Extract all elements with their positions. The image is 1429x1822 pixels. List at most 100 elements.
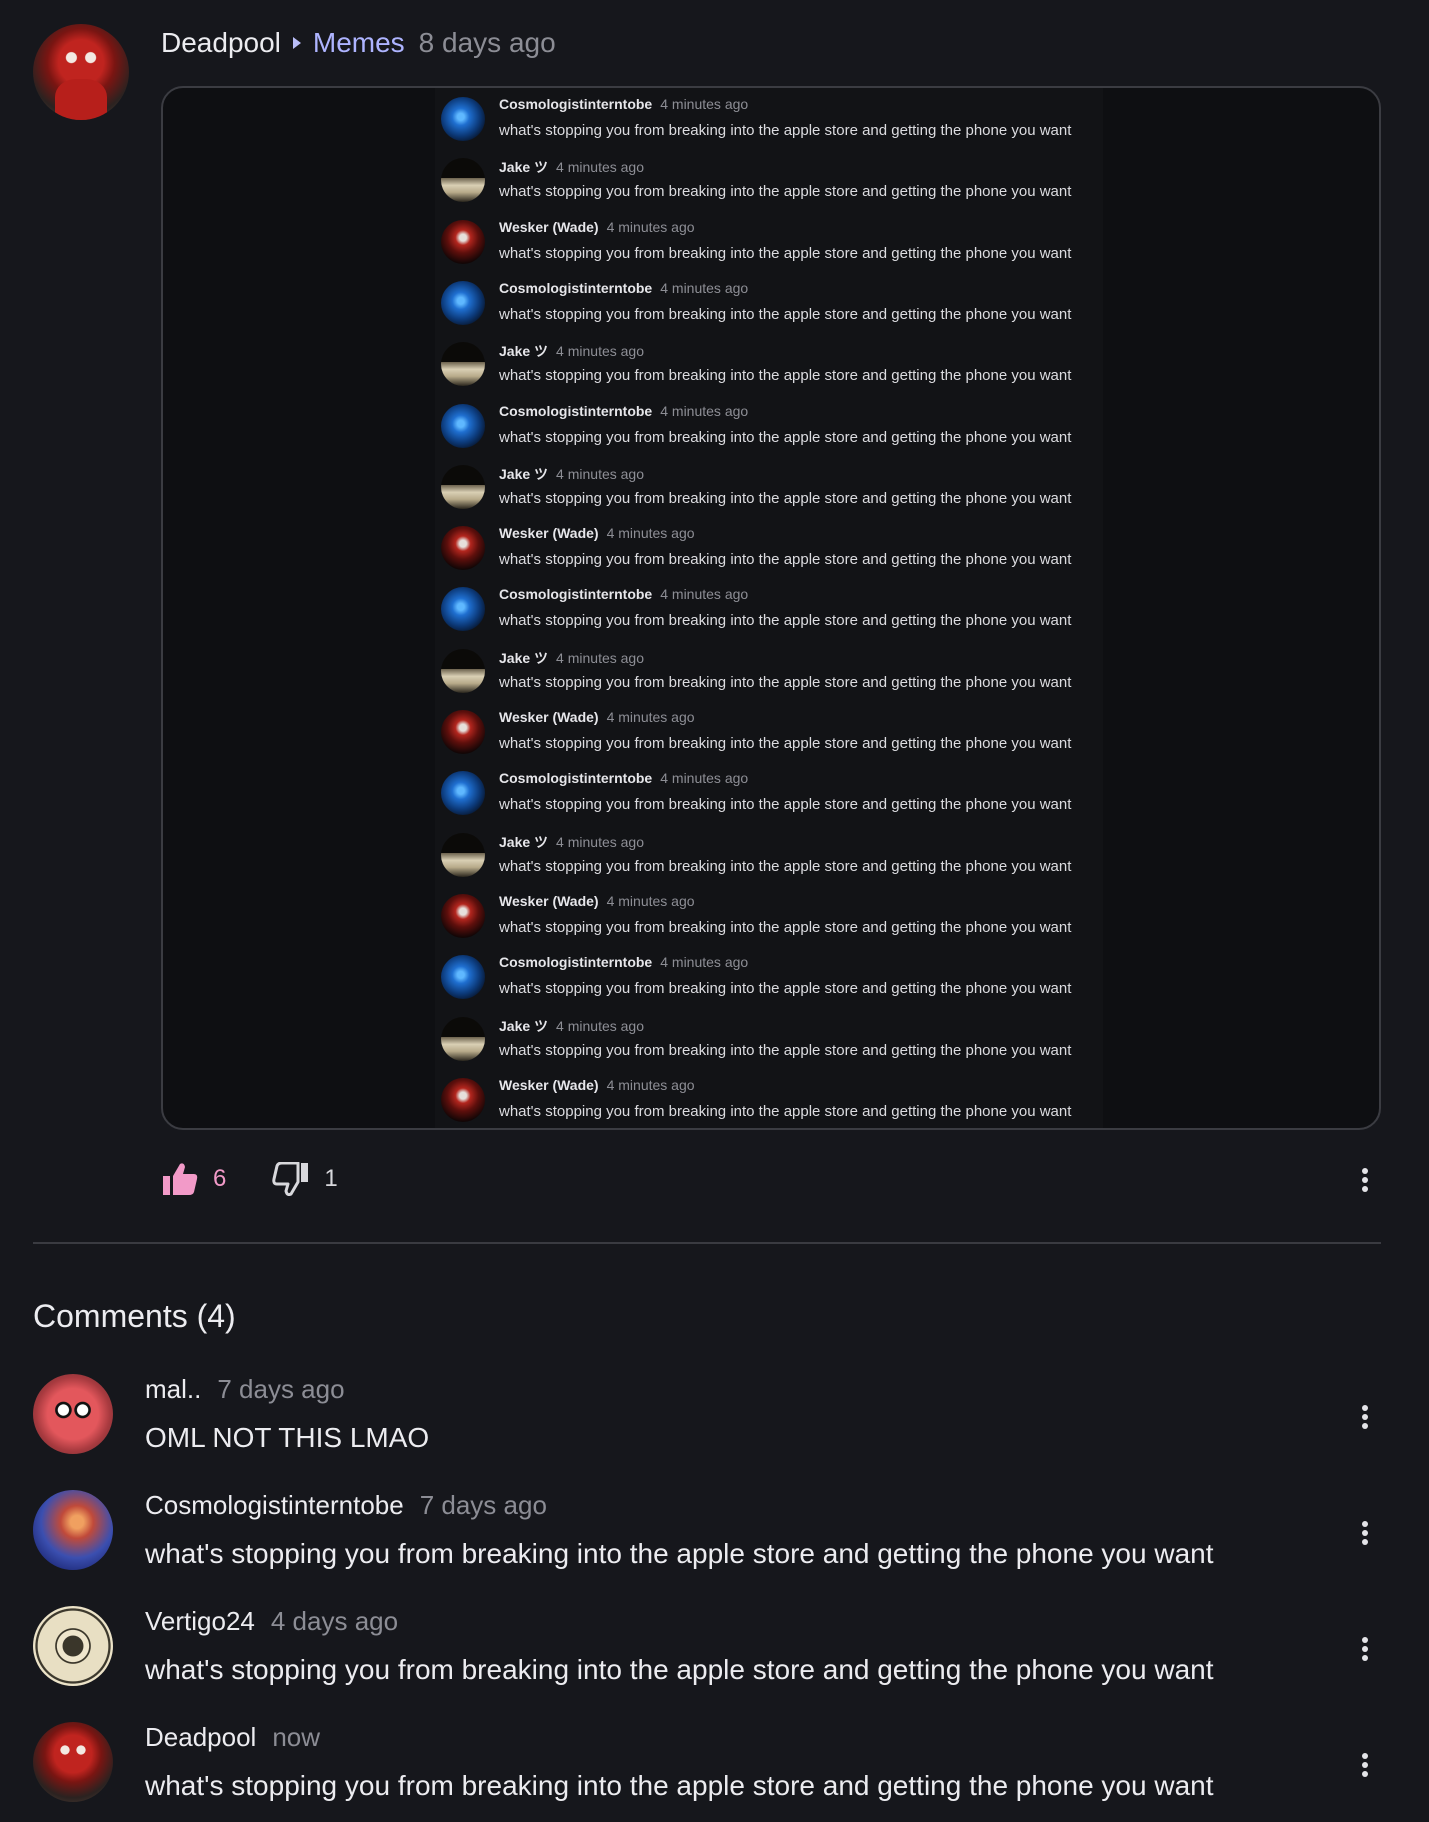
chat-avatar (441, 464, 485, 509)
comment-item: Cosmologistinterntobe 7 days ago what's st… (33, 1490, 1393, 1590)
more-vertical-icon (1362, 1521, 1368, 1527)
chat-avatar (441, 97, 485, 141)
chat-message-text: what's stopping you from breaking into t… (499, 673, 1072, 691)
upvote-button[interactable]: 6 (161, 1162, 226, 1196)
post-author-avatar[interactable] (33, 24, 129, 120)
comment-avatar[interactable] (33, 1722, 113, 1802)
comment-text: what's stopping you from breaking into t… (145, 1654, 1214, 1685)
comment-avatar[interactable] (33, 1606, 113, 1686)
chat-timestamp: 4 minutes ago (606, 218, 695, 235)
chat-message: Wesker (Wade) 4 minutes ago what's stoppin… (435, 703, 1103, 764)
chat-message: Wesker (Wade) 4 minutes ago what's stoppin… (435, 519, 1103, 580)
chat-username: Jake ツ4 minutes ago (499, 465, 644, 482)
chat-message: Cosmologistinterntobe 4 minutes ago what's… (435, 580, 1103, 641)
chat-username: Wesker (Wade) 4 minutes ago (499, 892, 695, 909)
chat-message: Jake ツ4 minutes ago what's stopping you f… (435, 151, 1103, 212)
chat-avatar (441, 403, 485, 448)
community-link[interactable]: Memes (313, 27, 405, 59)
comment-author[interactable]: mal.. (145, 1374, 201, 1405)
chat-username: Cosmologistinterntobe 4 minutes ago (499, 586, 749, 603)
comment-timestamp: 7 days ago (217, 1374, 345, 1404)
chat-avatar (441, 219, 485, 264)
thumbs-down-icon (272, 1162, 309, 1196)
thumbs-up-icon (163, 1163, 198, 1195)
chat-timestamp: 4 minutes ago (660, 770, 749, 787)
chat-message: Wesker (Wade) 4 minutes ago what's stoppin… (435, 213, 1103, 274)
chat-message-text: what's stopping you from breaking into t… (499, 612, 1072, 630)
downvote-button[interactable]: 1 (272, 1162, 338, 1196)
comment-author[interactable]: Cosmologistinterntobe (145, 1490, 404, 1521)
chat-timestamp: 4 minutes ago (660, 586, 749, 603)
comment-header: Deadpool now (145, 1722, 320, 1753)
chat-avatar (441, 587, 485, 632)
chat-message-text: what's stopping you from breaking into t… (499, 122, 1072, 139)
chat-avatar (441, 526, 485, 571)
post-more-button[interactable] (1353, 1165, 1377, 1195)
chat-message-text: what's stopping you from breaking into t… (499, 489, 1072, 507)
comment-item: Deadpool now what's stopping you from brea… (33, 1722, 1393, 1822)
chat-timestamp: 4 minutes ago (556, 833, 644, 850)
chat-message-text: what's stopping you from breaking into t… (499, 918, 1072, 936)
chat-username: Wesker (Wade) 4 minutes ago (499, 218, 695, 235)
comment-more-button[interactable] (1353, 1750, 1377, 1780)
chat-message-text: what's stopping you from breaking into t… (499, 857, 1072, 875)
chat-message: Cosmologistinterntobe 4 minutes ago what's… (435, 397, 1103, 458)
chat-avatar (441, 158, 485, 203)
vote-bar: 6 1 (161, 1158, 338, 1200)
comment-author[interactable]: Vertigo24 (145, 1606, 255, 1637)
comment-header: mal.. 7 days ago (145, 1374, 345, 1405)
chat-timestamp: 4 minutes ago (606, 1076, 695, 1093)
chat-message: Jake ツ4 minutes ago what's stopping you f… (435, 826, 1103, 887)
divider (33, 1242, 1381, 1244)
chat-avatar (441, 955, 485, 1000)
chat-message: Wesker (Wade) 4 minutes ago what's stoppin… (435, 887, 1103, 948)
comments-heading: Comments (4) (33, 1298, 236, 1334)
comment-item: mal.. 7 days ago OML NOT THIS LMAO (33, 1374, 1393, 1474)
comment-timestamp: 7 days ago (419, 1490, 547, 1520)
chat-timestamp: 4 minutes ago (660, 279, 749, 296)
post-author-link[interactable]: Deadpool (161, 27, 281, 59)
chat-timestamp: 4 minutes ago (660, 402, 749, 419)
comment-text: what's stopping you from breaking into t… (145, 1538, 1214, 1569)
chat-username: Wesker (Wade) 4 minutes ago (499, 525, 695, 542)
chat-timestamp: 4 minutes ago (556, 343, 644, 360)
chat-username: Cosmologistinterntobe 4 minutes ago (499, 954, 749, 971)
chat-screenshot: Cosmologistinterntobe 4 minutes ago what's… (435, 88, 1103, 1128)
chat-avatar (441, 1016, 485, 1061)
chat-avatar (441, 710, 485, 754)
chat-message-text: what's stopping you from breaking into t… (499, 183, 1072, 201)
chat-avatar (441, 648, 485, 693)
chat-avatar (441, 832, 485, 877)
chat-timestamp: 4 minutes ago (556, 465, 644, 482)
chat-avatar (441, 893, 485, 938)
chat-username: Cosmologistinterntobe 4 minutes ago (499, 279, 749, 296)
downvote-count: 1 (324, 1165, 338, 1192)
post-image[interactable]: Cosmologistinterntobe 4 minutes ago what's… (161, 86, 1381, 1130)
comment-more-button[interactable] (1353, 1402, 1377, 1432)
chat-message-text: what's stopping you from breaking into t… (499, 305, 1072, 323)
chat-message: Jake ツ4 minutes ago what's stopping you f… (435, 1010, 1103, 1071)
chat-message-text: what's stopping you from breaking into t… (499, 796, 1072, 814)
chat-username: Jake ツ4 minutes ago (499, 833, 644, 850)
chat-avatar (441, 280, 485, 325)
comment-avatar[interactable] (33, 1490, 113, 1570)
comment-author[interactable]: Deadpool (145, 1722, 256, 1753)
comment-more-button[interactable] (1353, 1634, 1377, 1664)
chat-message-text: what's stopping you from breaking into t… (499, 428, 1072, 446)
chat-message: Cosmologistinterntobe 4 minutes ago what's… (435, 274, 1103, 335)
more-vertical-icon (1362, 1405, 1368, 1411)
chat-username: Jake ツ4 minutes ago (499, 343, 644, 360)
comment-avatar[interactable] (33, 1374, 113, 1454)
comment-more-button[interactable] (1353, 1518, 1377, 1548)
comment-header: Cosmologistinterntobe 7 days ago (145, 1490, 547, 1521)
chat-avatar (441, 342, 485, 387)
chat-timestamp: 4 minutes ago (556, 159, 644, 176)
comment-header: Vertigo24 4 days ago (145, 1606, 398, 1637)
chat-username: Wesker (Wade) 4 minutes ago (499, 709, 695, 725)
chat-username: Jake ツ4 minutes ago (499, 1017, 644, 1034)
comment-timestamp: now (272, 1722, 321, 1752)
post-header: Deadpool Memes 8 days ago (161, 22, 556, 64)
chat-message: Cosmologistinterntobe 4 minutes ago what's… (435, 948, 1103, 1009)
chat-message: Wesker (Wade) 4 minutes ago what's stoppin… (435, 1071, 1103, 1128)
chat-message-text: what's stopping you from breaking into t… (499, 735, 1072, 752)
